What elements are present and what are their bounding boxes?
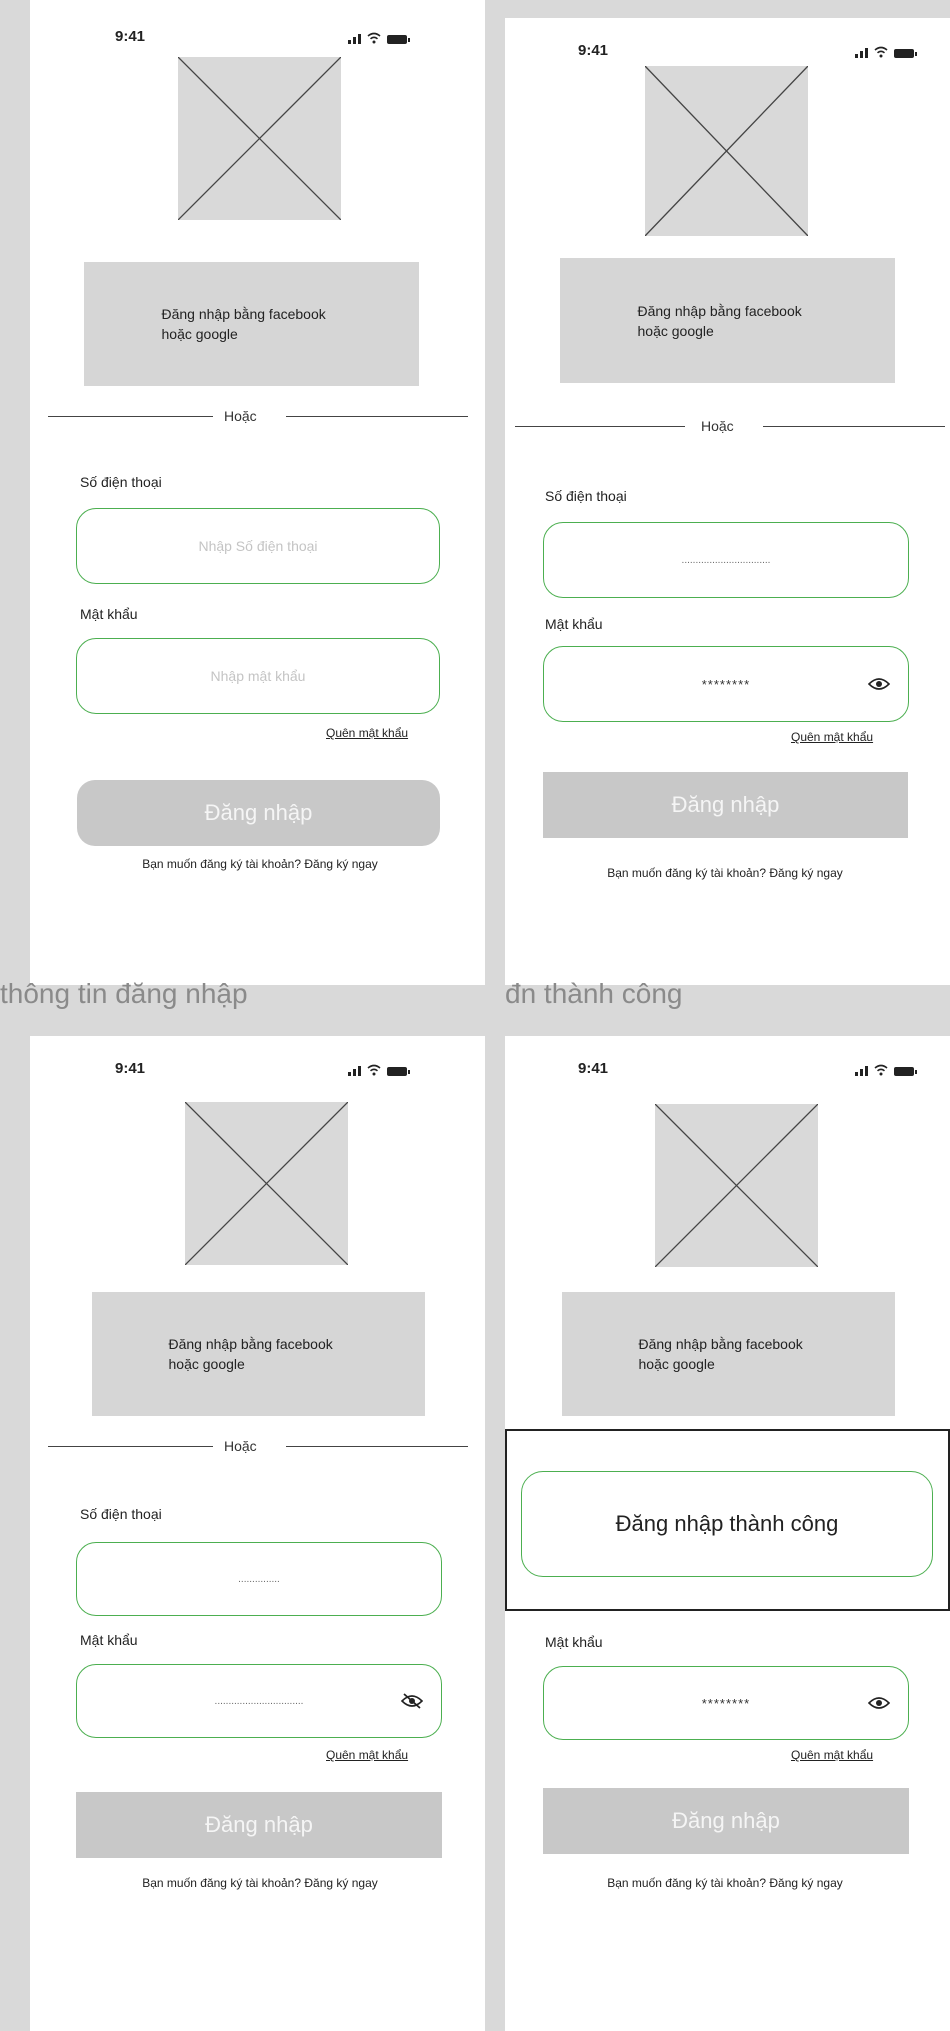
social-login-label: Đăng nhập bằng facebook hoặc google [161, 306, 326, 342]
password-label: Mật khẩu [80, 1632, 138, 1648]
login-button[interactable]: Đăng nhập [76, 1792, 442, 1858]
signal-icon [855, 1066, 868, 1076]
status-icons [855, 1062, 917, 1076]
status-time: 9:41 [578, 1060, 609, 1077]
social-login-button[interactable]: Đăng nhập bằng facebook hoặc google [560, 258, 895, 383]
eye-off-icon[interactable] [401, 1693, 423, 1709]
screen-login-password-hidden: 9:41 Đăng nhập bằng facebook hoặc google… [30, 1036, 485, 2031]
or-divider-label: Hoặc [224, 408, 257, 424]
screen-login-success: 9:41 Đăng nhập bằng facebook hoặc google… [505, 1036, 950, 2031]
signal-icon [855, 48, 868, 58]
password-input[interactable]: ******** [543, 1666, 909, 1740]
forgot-password-link[interactable]: Quên mật khẩu [326, 726, 408, 740]
phone-placeholder: Nhập Số điện thoại [198, 538, 318, 554]
register-link[interactable]: Bạn muốn đăng ký tài khoản? Đăng ký ngay [70, 857, 450, 871]
screen-login-empty: 9:41 Đăng nhập bằng facebook hoặc google… [30, 0, 485, 985]
password-value: ******** [701, 676, 751, 692]
logo-placeholder-image [655, 1104, 818, 1267]
social-login-button[interactable]: Đăng nhập bằng facebook hoặc google [562, 1292, 895, 1416]
social-login-label: Đăng nhập bằng facebook hoặc google [168, 1336, 333, 1372]
battery-icon [894, 49, 917, 58]
social-login-label: Đăng nhập bằng facebook hoặc google [637, 302, 802, 339]
social-login-label: Đăng nhập bằng facebook hoặc google [638, 1336, 803, 1372]
register-link[interactable]: Bạn muốn đăng ký tài khoản? Đăng ký ngay [70, 1876, 450, 1890]
or-divider: Hoặc [515, 418, 945, 434]
success-message: Đăng nhập thành công [521, 1471, 933, 1577]
social-login-button[interactable]: Đăng nhập bằng facebook hoặc google [92, 1292, 425, 1416]
or-divider-label: Hoặc [701, 418, 734, 434]
wifi-icon [367, 32, 381, 44]
logo-placeholder-image [645, 66, 808, 236]
password-value: ................................ [214, 1695, 304, 1707]
battery-icon [387, 1067, 410, 1076]
login-button[interactable]: Đăng nhập [543, 1788, 909, 1854]
password-input[interactable]: ******** [543, 646, 909, 722]
eye-icon[interactable] [868, 676, 890, 692]
battery-icon [387, 35, 410, 44]
status-time: 9:41 [578, 42, 609, 59]
phone-input[interactable]: ................................ [543, 522, 909, 598]
phone-input[interactable]: Nhập Số điện thoại [76, 508, 440, 584]
status-time: 9:41 [115, 1060, 146, 1077]
forgot-password-link[interactable]: Quên mật khẩu [326, 1748, 408, 1762]
phone-value: ................................ [681, 554, 771, 566]
phone-input[interactable]: ............... [76, 1542, 442, 1616]
eye-icon[interactable] [868, 1695, 890, 1711]
signal-icon [348, 1066, 361, 1076]
password-label: Mật khẩu [545, 1634, 603, 1650]
wifi-icon [874, 1064, 888, 1076]
register-link[interactable]: Bạn muốn đăng ký tài khoản? Đăng ký ngay [535, 866, 915, 880]
password-input[interactable]: ................................ [76, 1664, 442, 1738]
phone-value: ............... [238, 1573, 280, 1585]
caption-login-info: thông tin đăng nhập [0, 978, 248, 1009]
status-icons [348, 30, 410, 44]
or-divider: Hoặc [48, 1438, 468, 1454]
wifi-icon [874, 46, 888, 58]
logo-placeholder-image [178, 57, 341, 220]
phone-label: Số điện thoại [80, 474, 162, 490]
wifi-icon [367, 1064, 381, 1076]
or-divider-label: Hoặc [224, 1438, 257, 1454]
social-login-button[interactable]: Đăng nhập bằng facebook hoặc google [84, 262, 419, 386]
screen-login-filled: 9:41 Đăng nhập bằng facebook hoặc google… [505, 18, 950, 985]
phone-label: Số điện thoại [80, 1506, 162, 1522]
signal-icon [348, 34, 361, 44]
or-divider: Hoặc [48, 408, 468, 424]
status-icons [348, 1062, 410, 1076]
forgot-password-link[interactable]: Quên mật khẩu [791, 1748, 873, 1762]
phone-label: Số điện thoại [545, 488, 627, 504]
status-icons [855, 44, 917, 58]
battery-icon [894, 1067, 917, 1076]
password-input[interactable]: Nhập mật khẩu [76, 638, 440, 714]
password-value: ******** [701, 1695, 751, 1711]
password-label: Mật khẩu [545, 616, 603, 632]
login-button[interactable]: Đăng nhập [77, 780, 440, 846]
password-label: Mật khẩu [80, 606, 138, 622]
caption-login-success: đn thành công [505, 978, 683, 1009]
register-link[interactable]: Bạn muốn đăng ký tài khoản? Đăng ký ngay [535, 1876, 915, 1890]
success-dialog: Đăng nhập thành công [505, 1429, 950, 1611]
login-button[interactable]: Đăng nhập [543, 772, 908, 838]
logo-placeholder-image [185, 1102, 348, 1265]
password-placeholder: Nhập mật khẩu [210, 668, 306, 684]
status-time: 9:41 [115, 28, 146, 45]
forgot-password-link[interactable]: Quên mật khẩu [791, 730, 873, 744]
